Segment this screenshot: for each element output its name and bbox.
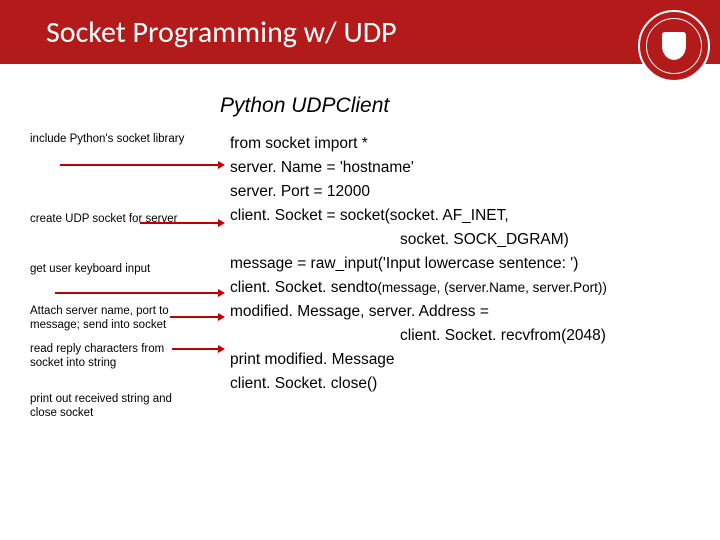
cornell-seal-icon [638,10,710,82]
slide-title: Socket Programming w/ UDP [46,14,397,51]
arrow-icon [140,222,220,224]
code-block: from socket import * server. Name = 'hos… [230,132,720,396]
code-line: socket. SOCK_DGRAM) [230,228,720,252]
slide-subtitle: Python UDPClient [220,94,720,118]
code-line: server. Port = 12000 [230,180,720,204]
code-line: server. Name = 'hostname' [230,156,720,180]
arrow-icon [55,292,220,294]
seal-shield-icon [662,32,686,60]
seal-ring [646,18,702,74]
annotation-print-close: print out received string and close sock… [30,392,200,421]
code-fragment: (message, (server.Name, server.Port)) [377,280,607,295]
arrow-icon [172,348,220,350]
slide-content: include Python's socket library create U… [0,128,720,396]
code-line: client. Socket = socket(socket. AF_INET, [230,204,720,228]
code-line: from socket import * [230,132,720,156]
code-line: client. Socket. sendto(message, (server.… [230,276,720,300]
code-line: client. Socket. recvfrom(2048) [230,324,720,348]
annotation-recvfrom: read reply characters from socket into s… [30,342,200,371]
arrow-icon [170,316,220,318]
code-line: message = raw_input('Input lowercase sen… [230,252,720,276]
code-line: modified. Message, server. Address = [230,300,720,324]
code-line: print modified. Message [230,348,720,372]
annotation-user-input: get user keyboard input [30,262,200,276]
annotation-sendto: Attach server name, port to message; sen… [30,304,200,333]
slide-header: Socket Programming w/ UDP [0,0,720,64]
arrow-icon [60,164,220,166]
annotation-create-socket: create UDP socket for server [30,212,200,226]
annotation-include-library: include Python's socket library [30,132,200,146]
code-fragment: client. Socket. sendto [230,279,377,296]
code-line: client. Socket. close() [230,372,720,396]
